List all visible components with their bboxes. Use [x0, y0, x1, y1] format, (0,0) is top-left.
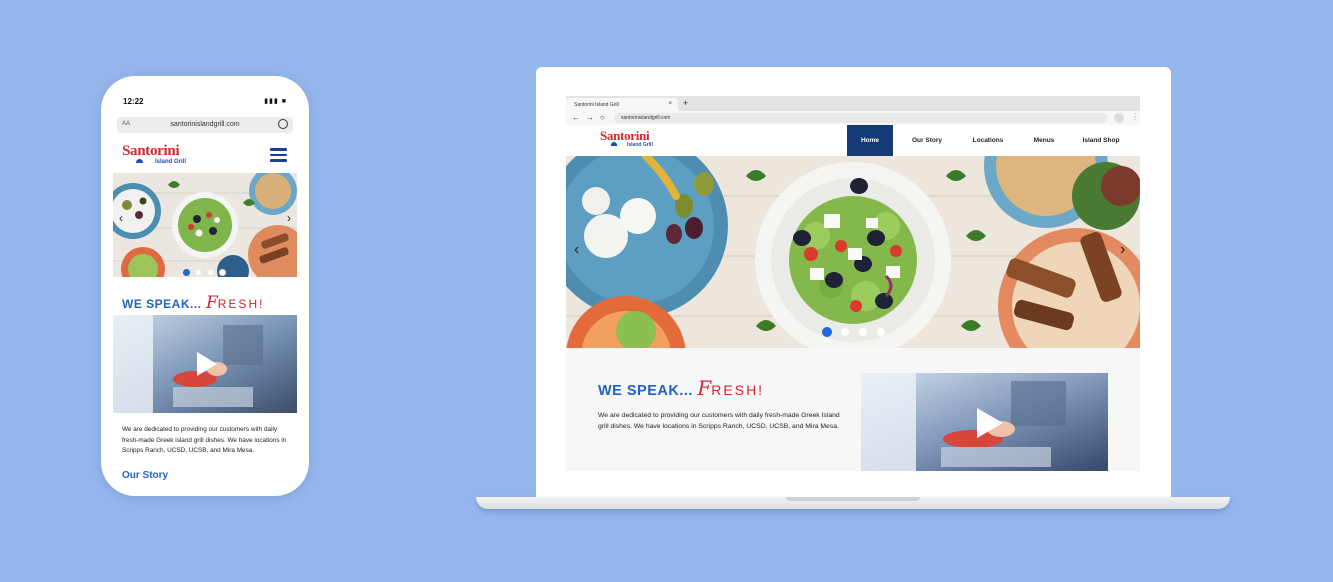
- reload-icon[interactable]: ○: [600, 113, 605, 122]
- site-navbar: Santorini Island Grill Home Our Story Lo…: [566, 125, 1140, 156]
- we-speak-fresh-heading: WE SPEAK... FRESH!: [122, 293, 265, 313]
- logo-wordmark: Santorini: [122, 143, 180, 159]
- address-text: santorinislandgrill.com: [621, 115, 671, 121]
- carousel-dot[interactable]: [207, 269, 214, 276]
- logo-tagline: Island Grill: [627, 142, 653, 148]
- hamburger-menu-icon[interactable]: [270, 148, 287, 162]
- logo-tagline: Island Grill: [155, 159, 187, 165]
- carousel-dot[interactable]: [876, 327, 886, 337]
- nav-home[interactable]: Home: [847, 125, 893, 156]
- dome-icon: [611, 142, 617, 146]
- browser-tab-strip: Santorini Island Grill × +: [566, 96, 1140, 111]
- santorini-logo[interactable]: Santorini Island Grill: [122, 143, 186, 166]
- phone-description: We are dedicated to providing our custom…: [122, 426, 287, 454]
- carousel-dot[interactable]: [195, 269, 202, 276]
- dome-icon: [136, 159, 143, 163]
- laptop-screen: Santorini Island Grill × + ← → ○ santori…: [566, 96, 1140, 471]
- logo-wordmark: Santorini: [600, 128, 650, 143]
- phone-screen: 12:22 ▮▮▮ ■ AA santorinislandgrill.com S…: [113, 88, 297, 484]
- chevron-left-icon[interactable]: ‹: [574, 241, 579, 259]
- we-speak-fresh-heading: WE SPEAK... FRESH!: [598, 376, 765, 400]
- nav-menus[interactable]: Menus: [1024, 125, 1064, 156]
- laptop-mockup: Santorini Island Grill × + ← → ○ santori…: [536, 67, 1171, 498]
- back-arrow-icon[interactable]: ←: [572, 113, 580, 122]
- address-bar[interactable]: santorinislandgrill.com: [614, 113, 1108, 123]
- phone-mockup: 12:22 ▮▮▮ ■ AA santorinislandgrill.com S…: [101, 76, 309, 496]
- chevron-right-icon[interactable]: ›: [1120, 241, 1125, 259]
- browser-menu-icon[interactable]: ⋮: [1131, 112, 1139, 121]
- phone-site-header: Santorini Island Grill: [113, 139, 297, 173]
- laptop-base: [476, 497, 1230, 509]
- phone-url-text[interactable]: santorinislandgrill.com: [117, 121, 293, 128]
- video-thumbnail[interactable]: [861, 373, 1108, 471]
- close-tab-icon[interactable]: ×: [668, 101, 672, 107]
- play-icon[interactable]: [197, 352, 217, 376]
- carousel-dot[interactable]: [840, 327, 850, 337]
- hero-carousel[interactable]: ‹ ›: [566, 156, 1140, 348]
- phone-hero-image[interactable]: ‹ ›: [113, 173, 297, 277]
- intro-description: We are dedicated to providing our custom…: [598, 412, 840, 430]
- status-time: 12:22: [123, 97, 144, 106]
- new-tab-icon[interactable]: +: [683, 98, 688, 108]
- phone-video-thumbnail[interactable]: [113, 315, 297, 413]
- intro-section: WE SPEAK... FRESH! We are dedicated to p…: [566, 348, 1140, 471]
- laptop-base-notch: [786, 497, 920, 501]
- forward-arrow-icon[interactable]: →: [586, 113, 594, 122]
- carousel-dot[interactable]: [219, 269, 226, 276]
- nav-locations[interactable]: Locations: [964, 125, 1012, 156]
- carousel-dots: [822, 324, 894, 342]
- signal-battery-icon: ▮▮▮ ■: [264, 98, 287, 105]
- profile-avatar-icon[interactable]: [1114, 113, 1124, 123]
- nav-our-story[interactable]: Our Story: [904, 125, 950, 156]
- reload-icon[interactable]: [278, 119, 288, 129]
- santorini-logo[interactable]: Santorini Island Grill: [600, 128, 653, 148]
- carousel-dot[interactable]: [822, 327, 832, 337]
- carousel-dot[interactable]: [183, 269, 190, 276]
- chevron-right-icon[interactable]: ›: [287, 211, 291, 225]
- carousel-dots: [183, 263, 231, 277]
- browser-tab[interactable]: Santorini Island Grill ×: [566, 98, 678, 111]
- nav-island-shop[interactable]: Island Shop: [1076, 125, 1126, 156]
- food-photo: [566, 156, 1140, 348]
- browser-toolbar: ← → ○ santorinislandgrill.com ⋮: [566, 111, 1140, 125]
- carousel-dot[interactable]: [858, 327, 868, 337]
- phone-notch: [155, 88, 255, 104]
- play-icon[interactable]: [977, 408, 1003, 438]
- food-photo: [113, 173, 297, 277]
- tab-title: Santorini Island Grill: [574, 102, 619, 108]
- phone-url-bar[interactable]: AA santorinislandgrill.com: [117, 117, 293, 133]
- chevron-left-icon[interactable]: ‹: [119, 211, 123, 225]
- our-story-link[interactable]: Our Story: [122, 470, 168, 481]
